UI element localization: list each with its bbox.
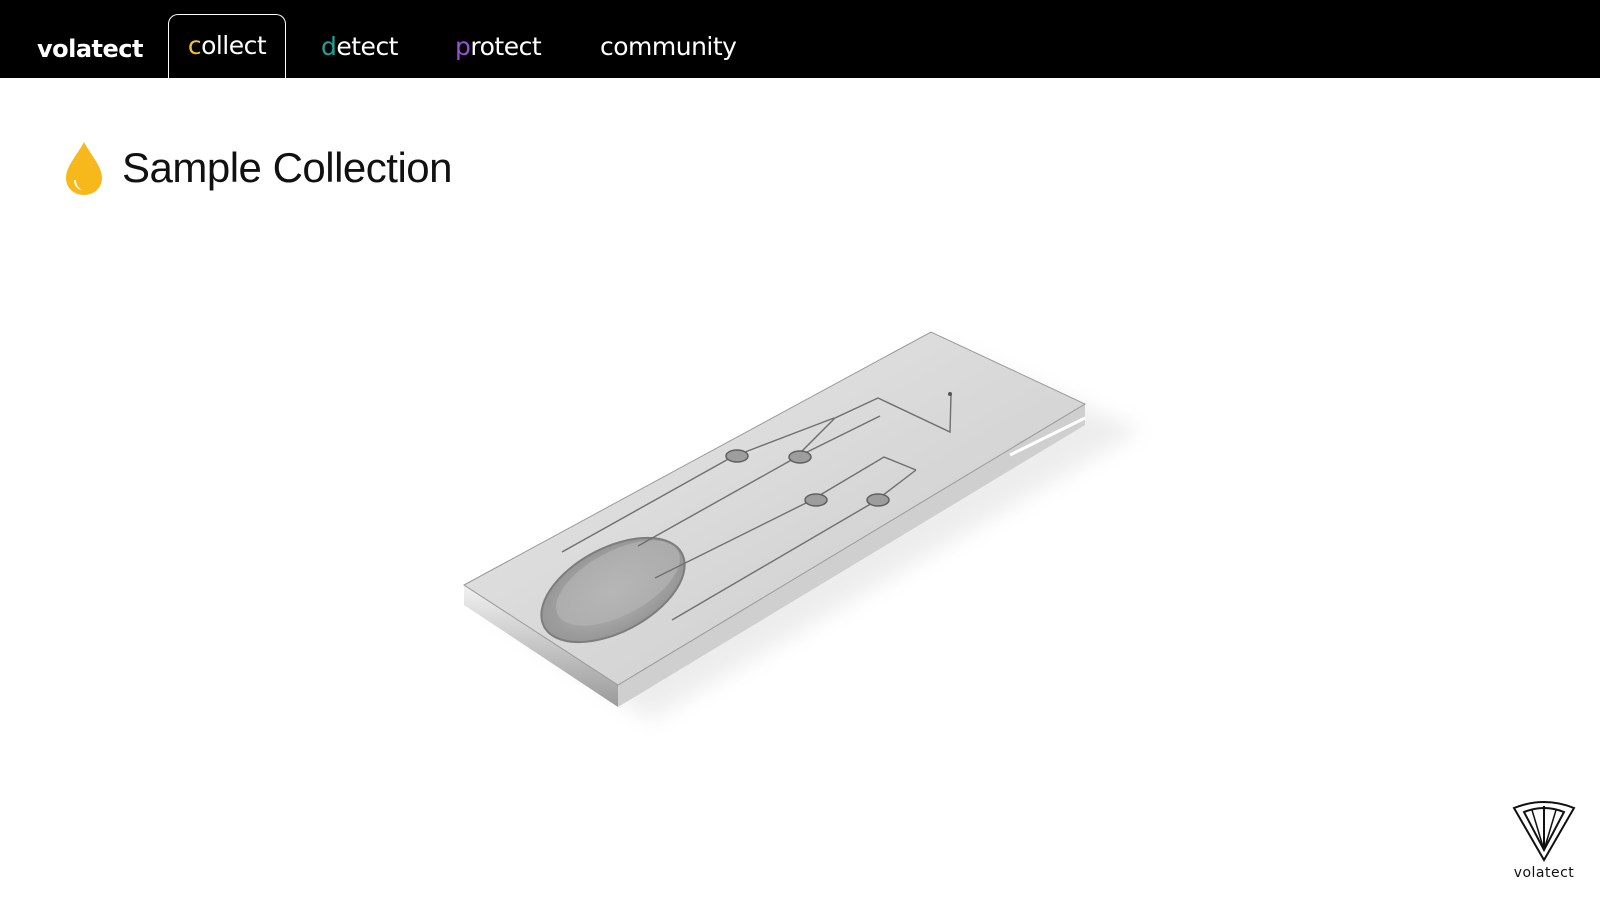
microfluidic-chip-image bbox=[463, 331, 1140, 720]
brand-logo-link[interactable]: volatect bbox=[37, 34, 144, 64]
page-heading: Sample Collection bbox=[64, 138, 453, 198]
tab-detect-initial: d bbox=[321, 32, 337, 61]
tab-collect[interactable]: collect bbox=[168, 14, 286, 80]
volatect-shield-icon bbox=[1512, 801, 1576, 863]
footer-logo-text: volatect bbox=[1513, 865, 1575, 881]
drop-icon bbox=[66, 142, 102, 195]
top-navbar: volatect collect detect protect communit… bbox=[0, 0, 1600, 80]
page-title: Sample Collection bbox=[122, 144, 453, 191]
tab-detect[interactable]: detect bbox=[321, 30, 398, 64]
tab-protect-label: rotect bbox=[470, 32, 542, 61]
tab-detect-label: etect bbox=[336, 32, 398, 61]
footer-logo[interactable]: volatect bbox=[1504, 800, 1584, 888]
tab-collect-label: ollect bbox=[201, 31, 267, 60]
tab-community[interactable]: community bbox=[600, 30, 737, 64]
tab-protect[interactable]: protect bbox=[455, 30, 542, 64]
tab-protect-initial: p bbox=[455, 32, 471, 61]
tab-collect-initial: c bbox=[187, 31, 202, 60]
tab-community-label: community bbox=[600, 32, 737, 61]
